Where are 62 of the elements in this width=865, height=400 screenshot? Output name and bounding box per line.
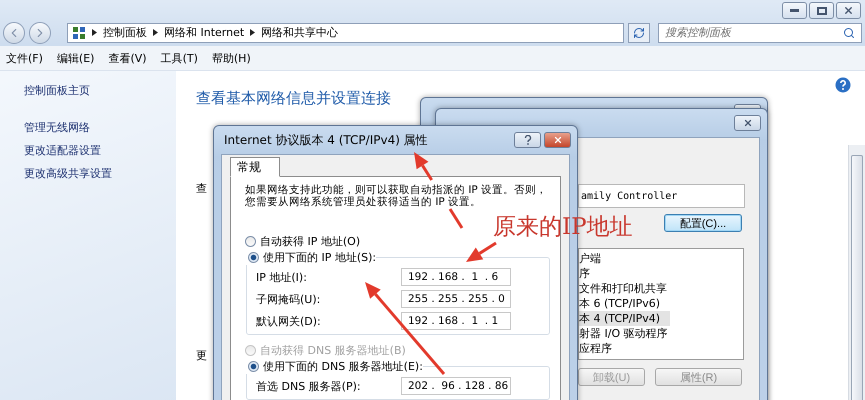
search-input[interactable]: 搜索控制面板 — [665, 26, 835, 39]
field-label: 子网掩码(U): — [256, 292, 320, 306]
field-label: 默认网关(D): — [256, 314, 321, 328]
refresh-button[interactable] — [628, 22, 650, 43]
list-item[interactable]: 本 4 (TCP/IPv4) — [579, 311, 670, 326]
section-label: 查 — [196, 181, 207, 196]
help-button[interactable] — [514, 132, 541, 148]
menu-item[interactable]: 编辑(E) — [56, 50, 94, 66]
list-item[interactable]: 本 6 (TCP/IPv6) — [579, 296, 670, 311]
separator-icon — [92, 29, 97, 36]
minimize-icon — [790, 9, 799, 12]
field-label: IP 地址(I): — [256, 270, 307, 284]
adapter-field: amily Controller — [578, 184, 745, 208]
tab[interactable]: 常规 — [230, 157, 280, 177]
sidebar-link[interactable]: 更改高级共享设置 — [24, 166, 176, 181]
description-text: 如果网络支持此功能，则可以获取自动指派的 IP 设置。否则， — [245, 184, 548, 196]
separator-icon — [153, 29, 158, 36]
breadcrumb-item[interactable]: 网络和共享中心 — [261, 25, 338, 40]
separator-icon — [250, 29, 256, 36]
maximize-button[interactable] — [809, 2, 834, 19]
annotation-arrow — [466, 242, 497, 262]
page-heading: 查看基本网络信息并设置连接 — [196, 89, 392, 108]
ip-address-field[interactable]: 255 . 255 . 255 . 0 — [401, 290, 511, 308]
sidebar-link[interactable]: 更改适配器设置 — [24, 143, 176, 158]
sidebar-link[interactable]: 控制面板主页 — [24, 83, 176, 98]
close-button[interactable] — [544, 132, 571, 148]
close-icon — [742, 118, 752, 128]
scrollbar[interactable] — [848, 145, 865, 400]
question-mark-icon — [524, 135, 532, 145]
minimize-button[interactable] — [782, 2, 807, 19]
menu-item[interactable]: 文件(F) — [6, 50, 43, 66]
help-icon[interactable] — [835, 77, 851, 93]
menu-item[interactable]: 帮助(H) — [212, 50, 251, 66]
refresh-icon — [633, 26, 645, 39]
list-item[interactable]: 射器 I/O 驱动程序 — [579, 326, 678, 341]
network-icon — [72, 26, 86, 40]
description-text: 您需要从网络系统管理员处获得适当的 IP 设置。 — [245, 196, 482, 208]
dialog-title: Internet 协议版本 4 (TCP/IPv4) 属性 — [224, 132, 428, 148]
maximize-icon — [816, 6, 826, 14]
search-field[interactable]: 搜索控制面板 — [658, 22, 862, 43]
menu-item[interactable]: 工具(T) — [160, 50, 198, 66]
breadcrumb-item[interactable]: 控制面板 — [103, 25, 147, 40]
list-item[interactable]: 序 — [579, 266, 600, 281]
sidebar-link[interactable]: 管理无线网络 — [24, 120, 176, 135]
ip-address-field[interactable]: 192 . 168 . 1 . 6 — [401, 268, 511, 286]
close-icon — [552, 135, 562, 145]
list-item[interactable]: 文件和打印机共享 — [579, 281, 677, 296]
menu-item[interactable]: 查看(V) — [108, 50, 147, 66]
radio-option[interactable]: 自动获得 IP 地址(O) — [245, 233, 360, 249]
close-button[interactable] — [734, 115, 761, 131]
close-button[interactable] — [836, 2, 861, 19]
ip-address-field[interactable]: 202 . 96 . 128 . 86 — [401, 377, 511, 395]
search-icon — [843, 26, 855, 39]
list-item[interactable]: 应程序 — [579, 341, 622, 356]
configure-button[interactable]: 配置(C)... — [664, 214, 742, 232]
list-item[interactable]: 户端 — [579, 251, 611, 266]
close-icon — [843, 5, 854, 16]
section-label: 更 — [196, 348, 207, 363]
field-label: 首选 DNS 服务器(P): — [256, 378, 361, 394]
breadcrumb-item[interactable]: 网络和 Internet — [164, 25, 244, 40]
address-bar[interactable]: 控制面板 网络和 Internet 网络和共享中心 — [67, 22, 624, 43]
ip-address-field[interactable]: 192 . 168 . 1 . 1 — [401, 312, 511, 330]
